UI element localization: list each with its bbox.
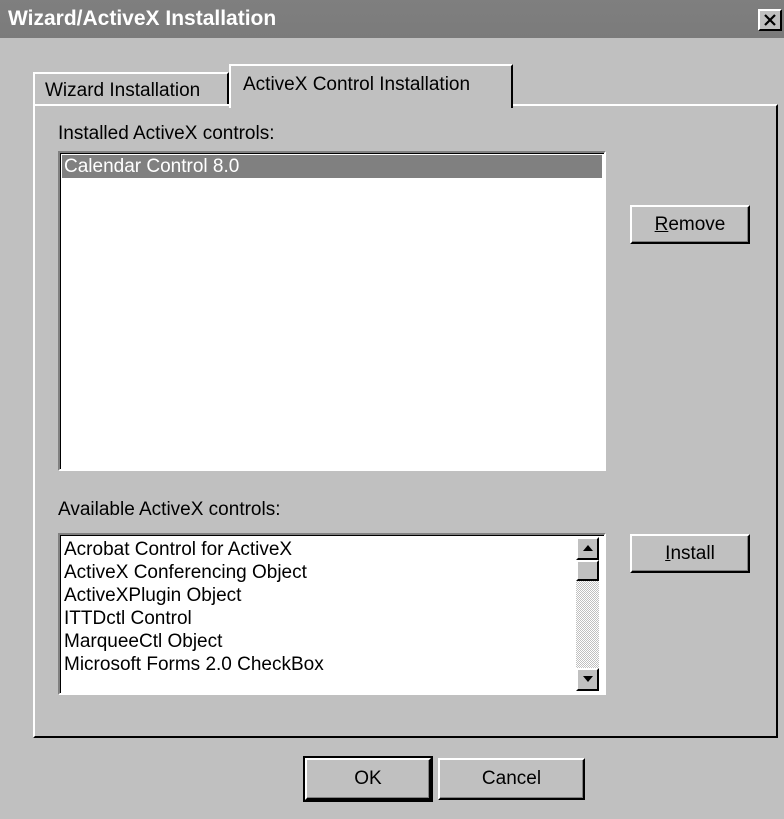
available-controls-label: Available ActiveX controls:: [58, 499, 281, 520]
installed-controls-list[interactable]: Calendar Control 8.0: [58, 151, 606, 471]
close-icon: [764, 14, 776, 26]
scroll-thumb[interactable]: [576, 560, 599, 581]
list-item[interactable]: ActiveX Conferencing Object: [64, 561, 307, 584]
remove-button[interactable]: Remove: [630, 205, 750, 244]
ok-button[interactable]: OK: [303, 756, 433, 802]
close-button[interactable]: [758, 9, 782, 31]
scroll-down-button[interactable]: [576, 668, 599, 691]
list-item[interactable]: ITTDctl Control: [64, 607, 192, 630]
ok-button-label: OK: [354, 768, 382, 789]
list-item[interactable]: Acrobat Control for ActiveX: [64, 538, 292, 561]
tab-activex-control-installation[interactable]: ActiveX Control Installation: [229, 64, 513, 108]
install-button-label: Install: [665, 542, 715, 564]
available-controls-list[interactable]: Acrobat Control for ActiveX ActiveX Conf…: [58, 533, 606, 695]
tab-label: ActiveX Control Installation: [243, 74, 471, 95]
tab-label: Wizard Installation: [45, 80, 201, 101]
window-title: Wizard/ActiveX Installation: [8, 7, 277, 30]
installed-controls-label: Installed ActiveX controls:: [58, 123, 275, 144]
install-button[interactable]: Install: [630, 534, 750, 573]
cancel-button-label: Cancel: [481, 768, 542, 789]
list-item[interactable]: ActiveXPlugin Object: [64, 584, 241, 607]
tab-wizard-installation[interactable]: Wizard Installation: [33, 72, 229, 106]
vertical-scrollbar[interactable]: [576, 537, 599, 691]
scroll-up-button[interactable]: [576, 537, 599, 560]
cancel-button[interactable]: Cancel: [438, 758, 585, 800]
dialog-window: Wizard/ActiveX Installation Wizard Insta…: [0, 0, 784, 819]
arrow-up-icon: [583, 545, 593, 551]
tab-panel: Installed ActiveX controls: Calendar Con…: [33, 104, 778, 738]
title-bar[interactable]: Wizard/ActiveX Installation: [0, 0, 784, 38]
list-item[interactable]: Microsoft Forms 2.0 CheckBox: [64, 653, 324, 676]
list-item[interactable]: MarqueeCtl Object: [64, 630, 222, 653]
remove-button-label: Remove: [654, 213, 726, 235]
list-item[interactable]: Calendar Control 8.0: [62, 155, 602, 178]
arrow-down-icon: [583, 676, 593, 682]
